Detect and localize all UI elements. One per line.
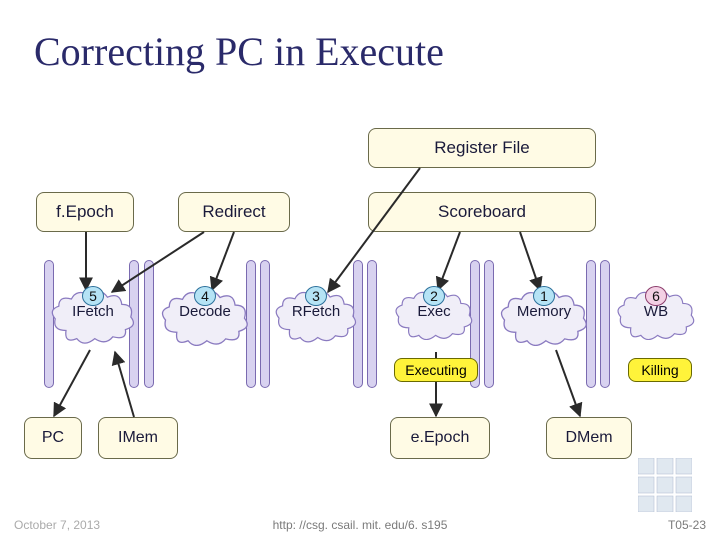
pill-executing: Executing (394, 358, 478, 382)
stage-num: 3 (305, 286, 327, 306)
bar-d (260, 260, 270, 388)
block-eepoch: e.Epoch (390, 417, 490, 459)
stage-label: WB (614, 304, 698, 321)
stage-num: 4 (194, 286, 216, 306)
block-register-file: Register File (368, 128, 596, 168)
stage-label: Memory (497, 304, 591, 321)
scoreboard-label: Scoreboard (438, 202, 526, 222)
stage-label: RFetch (272, 304, 360, 321)
eepoch-label: e.Epoch (411, 429, 470, 447)
redirect-label: Redirect (202, 202, 265, 222)
block-redirect: Redirect (178, 192, 290, 232)
block-scoreboard: Scoreboard (368, 192, 596, 232)
bar-j (600, 260, 610, 388)
stage-ifetch: 5 IFetch (48, 290, 138, 354)
page-title: Correcting PC in Execute (0, 0, 720, 75)
grid-decor-icon (638, 458, 692, 512)
stage-label: Exec (392, 304, 476, 321)
stage-num: 6 (645, 286, 667, 306)
pc-label: PC (42, 429, 64, 447)
fepoch-label: f.Epoch (56, 202, 114, 222)
block-dmem: DMem (546, 417, 632, 459)
bar-b (144, 260, 154, 388)
imem-label: IMem (118, 429, 158, 447)
stage-label: Decode (158, 304, 252, 321)
stage-num: 1 (533, 286, 555, 306)
footer-url: http: //csg. csail. mit. edu/6. s195 (273, 518, 448, 532)
stage-decode: 4 Decode (158, 290, 252, 354)
register-file-label: Register File (434, 138, 529, 158)
stage-label: IFetch (48, 304, 138, 321)
stage-num: 5 (82, 286, 104, 306)
stage-wb: 6 WB (614, 290, 698, 354)
block-pc: PC (24, 417, 82, 459)
footer-date: October 7, 2013 (14, 518, 100, 532)
stage-num: 2 (423, 286, 445, 306)
stage-rfetch: 3 RFetch (272, 290, 360, 354)
pill-executing-label: Executing (405, 362, 466, 378)
pill-killing: Killing (628, 358, 692, 382)
bar-f (367, 260, 377, 388)
dmem-label: DMem (565, 429, 612, 447)
pill-killing-label: Killing (641, 362, 678, 378)
stage-exec: 2 Exec (392, 290, 476, 354)
block-imem: IMem (98, 417, 178, 459)
stage-memory: 1 Memory (497, 290, 591, 354)
footer-slide-num: T05-23 (668, 518, 706, 532)
block-fepoch: f.Epoch (36, 192, 134, 232)
bar-h (484, 260, 494, 388)
